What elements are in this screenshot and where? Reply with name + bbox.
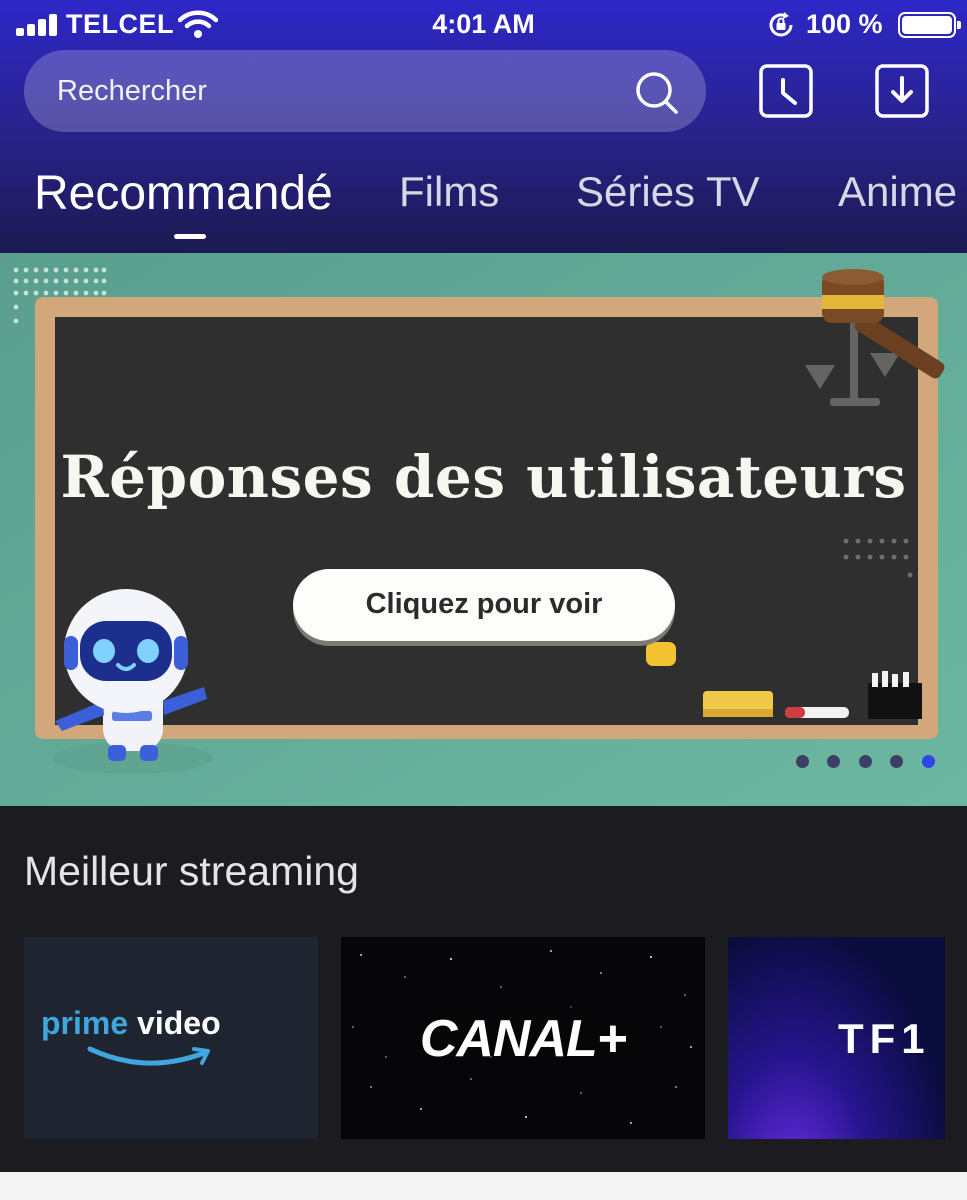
provider-card-canal-plus[interactable]: CANAL+ <box>341 937 705 1139</box>
rotation-lock-icon <box>769 12 793 37</box>
tab-recommande[interactable]: Recommandé <box>34 166 333 221</box>
provider-logo-tf1: TF1 <box>838 1015 931 1062</box>
search-icon[interactable] <box>632 68 680 116</box>
search-input[interactable] <box>57 50 617 132</box>
carousel-dot-active[interactable] <box>922 755 935 768</box>
search-bar[interactable] <box>24 50 706 132</box>
provider-card-tf1[interactable]: TF1 <box>728 937 945 1139</box>
tab-anime[interactable]: Anime <box>838 168 957 216</box>
promo-banner[interactable]: Réponses des utilisateurs Cliquez pour v… <box>0 253 967 806</box>
history-icon[interactable] <box>759 64 813 118</box>
provider-card-prime-video[interactable]: prime video <box>24 937 318 1139</box>
status-bar: TELCEL 4:01 AM 100 % <box>0 0 967 48</box>
carousel-dot[interactable] <box>859 755 872 768</box>
tab-series-tv[interactable]: Séries TV <box>576 168 760 216</box>
header: TELCEL 4:01 AM 100 % Recommandé Films S <box>0 0 967 253</box>
download-icon[interactable] <box>875 64 929 118</box>
battery-icon <box>898 12 961 38</box>
battery-percent: 100 % <box>806 9 883 39</box>
carousel-dot[interactable] <box>890 755 903 768</box>
banner-illustration <box>0 253 967 806</box>
section-title-streaming: Meilleur streaming <box>24 848 359 894</box>
carousel-dot[interactable] <box>796 755 809 768</box>
carousel-dot[interactable] <box>827 755 840 768</box>
provider-logo-canal-plus: CANAL+ <box>419 1010 627 1068</box>
provider-logo-prime-video: prime video <box>41 1005 221 1041</box>
active-tab-indicator <box>174 234 206 239</box>
prime-smile-icon <box>87 1046 210 1066</box>
banner-title: Réponses des utilisateurs <box>60 443 907 511</box>
next-section-peek <box>0 1172 967 1200</box>
banner-cta-button[interactable]: Cliquez pour voir <box>293 569 675 641</box>
tab-films[interactable]: Films <box>399 168 499 216</box>
